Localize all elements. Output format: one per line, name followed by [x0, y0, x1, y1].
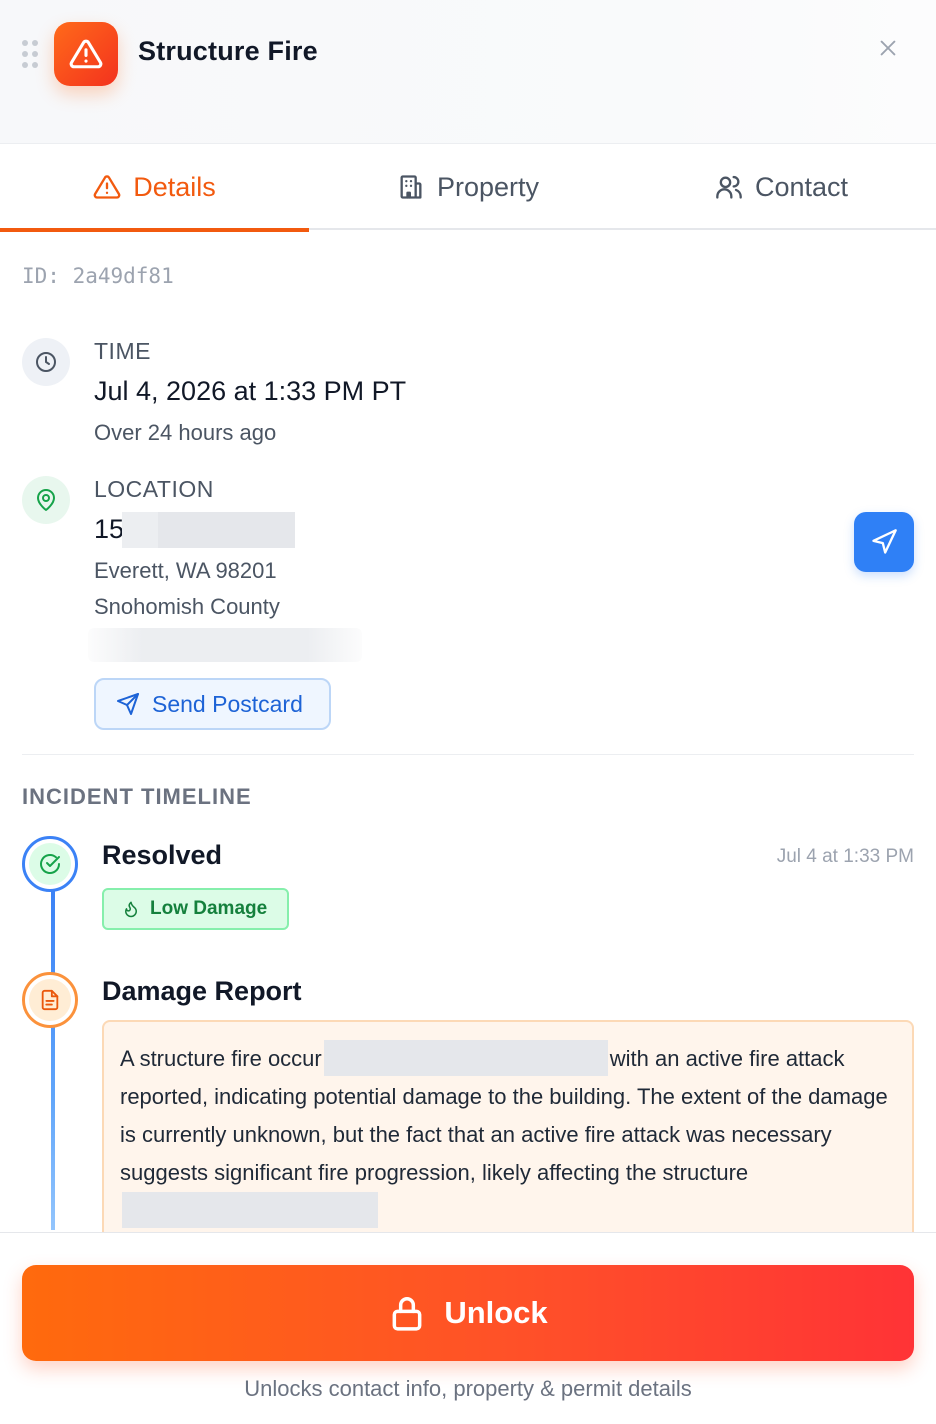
lock-icon — [392, 1297, 422, 1331]
redacted-street — [122, 512, 158, 548]
close-button[interactable] — [872, 32, 904, 64]
event-title-resolved: Resolved — [102, 840, 223, 870]
redacted-text — [323, 1040, 608, 1076]
navigation-arrow-icon — [872, 529, 897, 554]
timeline-dot-report — [22, 972, 78, 1028]
document-icon — [41, 989, 59, 1011]
tab-label: Details — [133, 171, 216, 202]
event-title-damage-report: Damage Report — [102, 976, 302, 1006]
users-icon — [716, 175, 742, 199]
time-value: Jul 4, 2026 at 1:33 PM PT — [94, 376, 407, 406]
warning-triangle-icon — [93, 175, 121, 199]
city-line: Everett, WA 98201 — [94, 558, 277, 583]
badge-label: Low Damage — [150, 898, 268, 919]
unlock-label: Unlock — [444, 1295, 548, 1330]
map-pin-icon — [22, 476, 70, 524]
street-address: 15 — [94, 514, 125, 544]
tab-label: Contact — [754, 171, 849, 202]
clock-icon — [22, 338, 70, 386]
redacted-text — [122, 1192, 378, 1228]
close-icon — [880, 40, 896, 56]
unlock-button[interactable]: Unlock — [22, 1265, 914, 1361]
time-label: TIME — [94, 338, 151, 364]
tab-details[interactable]: Details — [0, 144, 309, 232]
drag-handle-icon[interactable] — [22, 40, 38, 68]
time-relative: Over 24 hours ago — [94, 420, 277, 445]
timeline-dot-resolved — [22, 836, 78, 892]
report-text-start: A structure fire occur — [120, 1046, 322, 1071]
county: Snohomish County — [94, 594, 280, 619]
send-postcard-label: Send Postcard — [152, 690, 303, 717]
unlock-hint: Unlocks contact info, property & permit … — [244, 1376, 692, 1401]
tab-label: Property — [436, 171, 540, 202]
building-icon — [400, 175, 422, 199]
location-label: LOCATION — [94, 476, 214, 502]
check-circle-icon — [40, 854, 60, 874]
panel-header: Structure Fire — [0, 0, 936, 144]
section-divider — [22, 754, 914, 755]
flame-icon — [125, 901, 137, 918]
incident-id: ID: 2a49df81 — [22, 264, 174, 288]
send-icon — [117, 693, 139, 715]
damage-report-text: A structure fire occur with an active fir… — [102, 1020, 914, 1260]
send-postcard-button[interactable]: Send Postcard — [94, 678, 331, 730]
timeline-line — [51, 890, 55, 1230]
event-time: Jul 4 at 1:33 PM — [776, 846, 914, 867]
tab-property[interactable]: Property — [309, 144, 627, 230]
warning-triangle-icon — [54, 22, 118, 86]
navigate-button[interactable] — [854, 512, 914, 572]
tab-bar: Details Property Contact — [0, 144, 936, 232]
timeline-heading: INCIDENT TIMELINE — [22, 784, 252, 809]
damage-badge: Low Damage — [102, 888, 289, 930]
redacted-street — [158, 512, 295, 548]
tab-contact[interactable]: Contact — [627, 144, 936, 230]
redacted-detail — [88, 628, 362, 662]
page-title: Structure Fire — [138, 36, 318, 66]
